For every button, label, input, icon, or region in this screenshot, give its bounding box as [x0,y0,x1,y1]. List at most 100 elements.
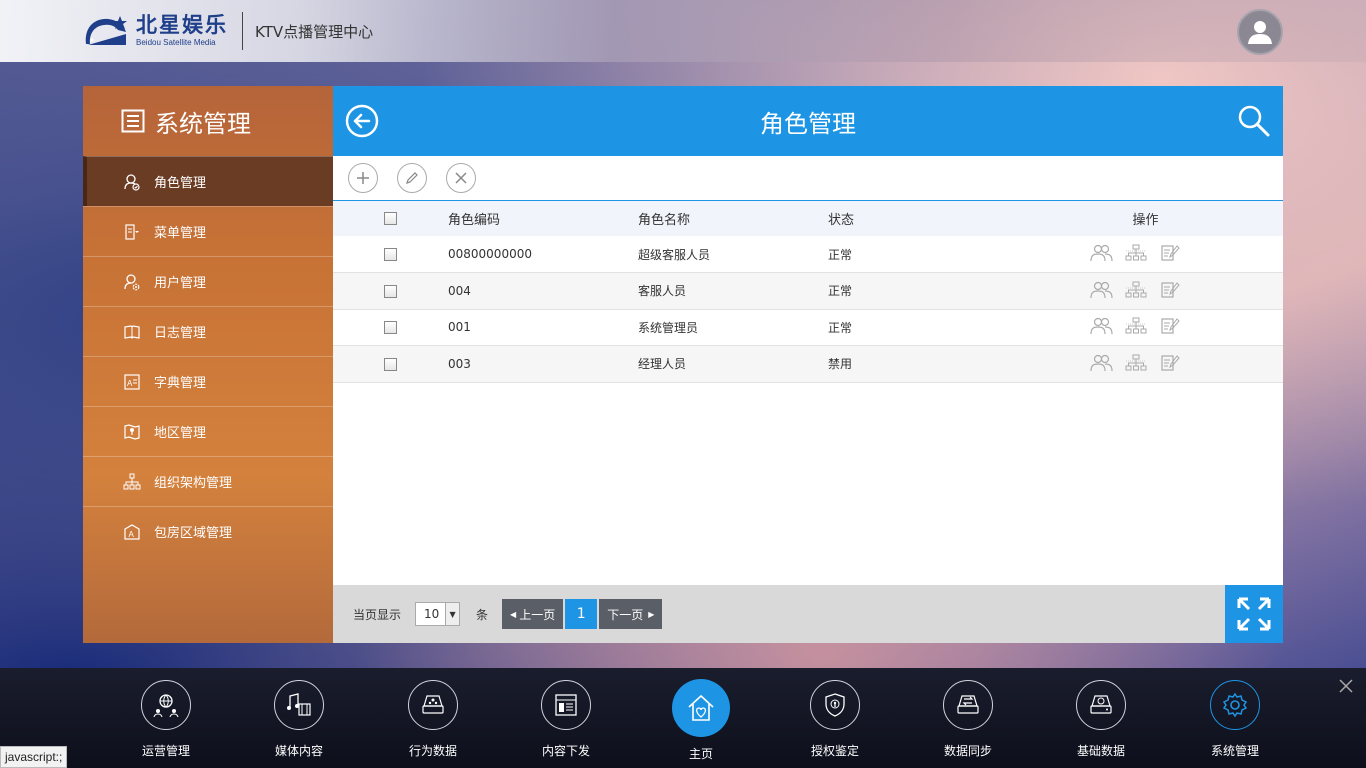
row-checkbox[interactable] [384,357,397,371]
sidebar-item-role[interactable]: 角色管理 [83,156,333,206]
table-row[interactable]: 001 系统管理员 正常 [333,309,1283,346]
dictionary-icon: A [123,373,141,391]
cell-status: 禁用 [828,357,853,372]
sidebar-title-label: 系统管理 [155,109,251,138]
org-chart-icon [123,473,141,491]
dock-close-button[interactable] [1338,678,1354,694]
main-panel: 系统管理 角色管理 菜单管理 用户管理 日志管理 A 字典管理 地区管理 组织架… [83,86,1283,643]
cell-code: 001 [448,320,471,335]
table-header-row: 角色编码 角色名称 状态 操作 [333,201,1283,236]
pencil-icon [406,172,418,184]
cell-name: 经理人员 [638,357,687,372]
next-page-button[interactable]: 下一页 ▶ [599,599,663,629]
add-icon [357,172,369,184]
edit-button[interactable] [397,163,427,193]
content-area: 角色管理 角色编码 角色名称 状态 操作 00800000000 超级客服人员 … [333,86,1283,643]
delete-button[interactable] [446,163,476,193]
org-chart-icon[interactable] [1124,243,1148,263]
browser-status-bar: javascript:; [0,746,68,768]
table-row[interactable]: 003 经理人员 禁用 [333,345,1283,383]
dock-item-media[interactable]: 媒体内容 [249,680,349,759]
close-icon [455,172,467,184]
gear-icon [1210,680,1260,730]
users-icon[interactable] [1089,316,1114,336]
org-chart-icon[interactable] [1124,316,1148,336]
table-row[interactable]: 00800000000 超级客服人员 正常 [333,236,1283,273]
logo-chinese-text: 北星娱乐 [136,13,228,37]
header-name: 角色名称 [638,213,691,228]
dock-label: 行为数据 [408,744,457,758]
sidebar-item-label: 包房区域管理 [154,526,233,541]
sidebar-item-label: 地区管理 [154,426,207,441]
sidebar-item-label: 日志管理 [154,326,207,341]
dock-item-behavior-data[interactable]: 行为数据 [383,680,483,759]
cell-code: 00800000000 [448,247,532,261]
select-all-checkbox[interactable] [384,212,397,225]
prev-page-button[interactable]: ◀ 上一页 [502,599,564,629]
sidebar-item-menu[interactable]: 菜单管理 [83,206,333,256]
org-chart-icon[interactable] [1124,353,1148,373]
sidebar-item-label: 字典管理 [154,376,207,391]
fullscreen-button[interactable] [1225,585,1283,643]
menu-icon [123,223,141,241]
edit-note-icon[interactable] [1158,316,1182,336]
cell-status: 正常 [828,247,853,262]
header-ops: 操作 [1132,213,1159,228]
top-header: 北星娱乐 Beidou Satellite Media KTV点播管理中心 [0,0,1366,62]
dock-item-data-sync[interactable]: 数据同步 [918,680,1018,759]
edit-note-icon[interactable] [1158,353,1182,373]
cell-ops [1008,346,1283,383]
row-checkbox[interactable] [384,248,397,261]
bottom-dock: 运营管理 媒体内容 行为数据 内容下发 主页 授权鉴定 数据同步 基础数据 系统… [0,668,1366,768]
dock-item-operations[interactable]: 运营管理 [116,680,216,759]
sidebar-item-org[interactable]: 组织架构管理 [83,456,333,506]
user-avatar[interactable] [1237,9,1283,55]
dock-item-system[interactable]: 系统管理 [1185,680,1285,759]
users-icon[interactable] [1089,353,1114,373]
dock-item-base-data[interactable]: 基础数据 [1051,680,1151,759]
sidebar-item-label: 菜单管理 [154,226,207,241]
hard-drive-icon [1076,680,1126,730]
sidebar-item-room-area[interactable]: A 包房区域管理 [83,506,333,556]
users-icon[interactable] [1089,280,1114,300]
page-size-select[interactable]: 10 ▼ [415,602,461,626]
cell-name: 客服人员 [638,284,687,299]
cell-code: 004 [448,283,471,298]
dock-item-content-dispatch[interactable]: 内容下发 [516,680,616,759]
dock-label: 基础数据 [1076,744,1125,758]
toolbar [333,156,1283,201]
sidebar-item-dictionary[interactable]: A 字典管理 [83,356,333,406]
cell-ops [1008,273,1283,310]
sync-drive-icon [943,680,993,730]
close-icon [1339,679,1353,693]
dock-item-authorization[interactable]: 授权鉴定 [785,680,885,759]
beidou-logo-icon [82,14,132,48]
dock-item-home[interactable]: 主页 [651,679,751,762]
back-button[interactable] [345,104,379,138]
shield-icon [810,680,860,730]
sidebar-item-region[interactable]: 地区管理 [83,406,333,456]
music-film-icon [274,680,324,730]
logo: 北星娱乐 Beidou Satellite Media KTV点播管理中心 [82,12,373,50]
users-icon[interactable] [1089,243,1114,263]
page-number-current[interactable]: 1 [565,599,598,629]
org-chart-icon[interactable] [1124,280,1148,300]
sidebar-item-label: 组织架构管理 [154,476,233,491]
table-row[interactable]: 004 客服人员 正常 [333,272,1283,310]
row-checkbox[interactable] [384,284,397,298]
edit-note-icon[interactable] [1158,243,1182,263]
cell-status: 正常 [828,284,853,299]
user-icon [1248,21,1272,44]
search-button[interactable] [1237,104,1271,138]
row-checkbox[interactable] [384,321,397,335]
dock-label: 运营管理 [141,744,190,758]
header-code: 角色编码 [448,213,501,228]
dock-label: 主页 [688,747,713,761]
sidebar-item-log[interactable]: 日志管理 [83,306,333,356]
add-button[interactable] [348,163,378,193]
logo-english-text: Beidou Satellite Media [136,38,216,47]
caret-left-icon: ◀ [510,609,517,619]
sidebar-item-user[interactable]: 用户管理 [83,256,333,306]
book-icon [123,323,141,341]
edit-note-icon[interactable] [1158,280,1182,300]
